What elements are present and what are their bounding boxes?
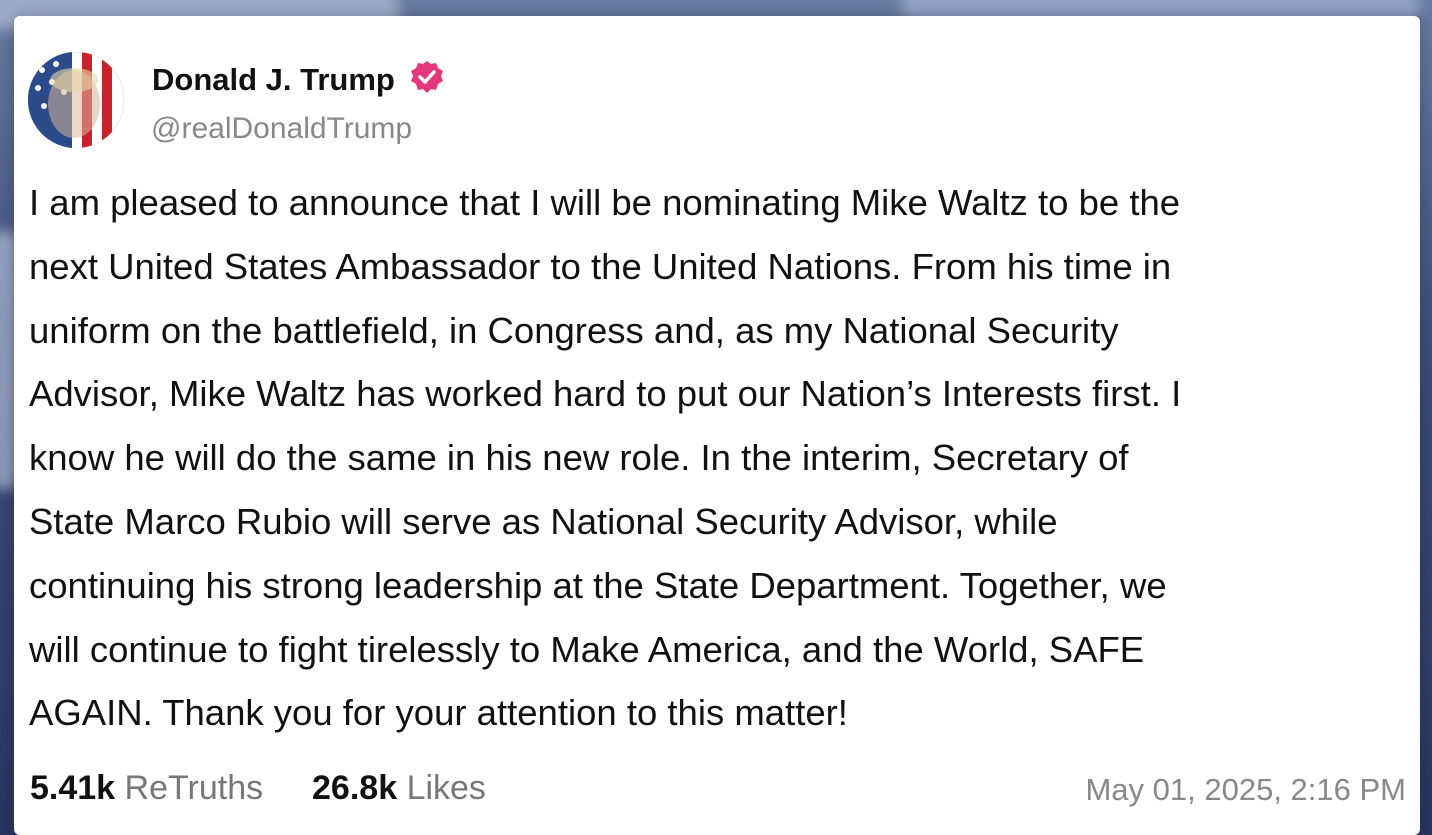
likes-count: 26.8k [312, 769, 398, 807]
author-display-name[interactable]: Donald J. Trump [152, 62, 395, 98]
post-timestamp[interactable]: May 01, 2025, 2:16 PM [1085, 772, 1406, 808]
post-text: I am pleased to announce that I will be … [29, 171, 1414, 745]
post-text-line: know he will do the same in his new role… [29, 437, 1129, 479]
likes-label: Likes [406, 769, 486, 807]
post-text-line: State Marco Rubio will serve as National… [29, 500, 1058, 542]
post-card: Donald J. Trump @realDonaldTrump I am pl… [14, 16, 1420, 835]
likes-stat[interactable]: 26.8k Likes [312, 769, 486, 807]
avatar-image [28, 52, 124, 148]
retruths-stat[interactable]: 5.41k ReTruths [30, 769, 273, 807]
post-text-line: next United States Ambassador to the Uni… [29, 245, 1172, 287]
post-text-line: continuing his strong leadership at the … [29, 564, 1167, 606]
retruths-count: 5.41k [30, 769, 116, 807]
post-text-line: AGAIN. Thank you for your attention to t… [29, 692, 848, 734]
retruths-label: ReTruths [124, 769, 264, 807]
avatar[interactable] [28, 52, 124, 148]
author-handle[interactable]: @realDonaldTrump [151, 112, 412, 146]
post-text-line: I am pleased to announce that I will be … [29, 182, 1181, 223]
post-text-line: uniform on the battlefield, in Congress … [29, 309, 1119, 351]
post-stats: 5.41k ReTruths 26.8k Likes [30, 769, 486, 808]
post-text-line: will continue to fight tirelessly to Mak… [29, 628, 1145, 670]
verified-badge-icon [411, 61, 443, 93]
post-text-line: Advisor, Mike Waltz has worked hard to p… [29, 373, 1182, 415]
